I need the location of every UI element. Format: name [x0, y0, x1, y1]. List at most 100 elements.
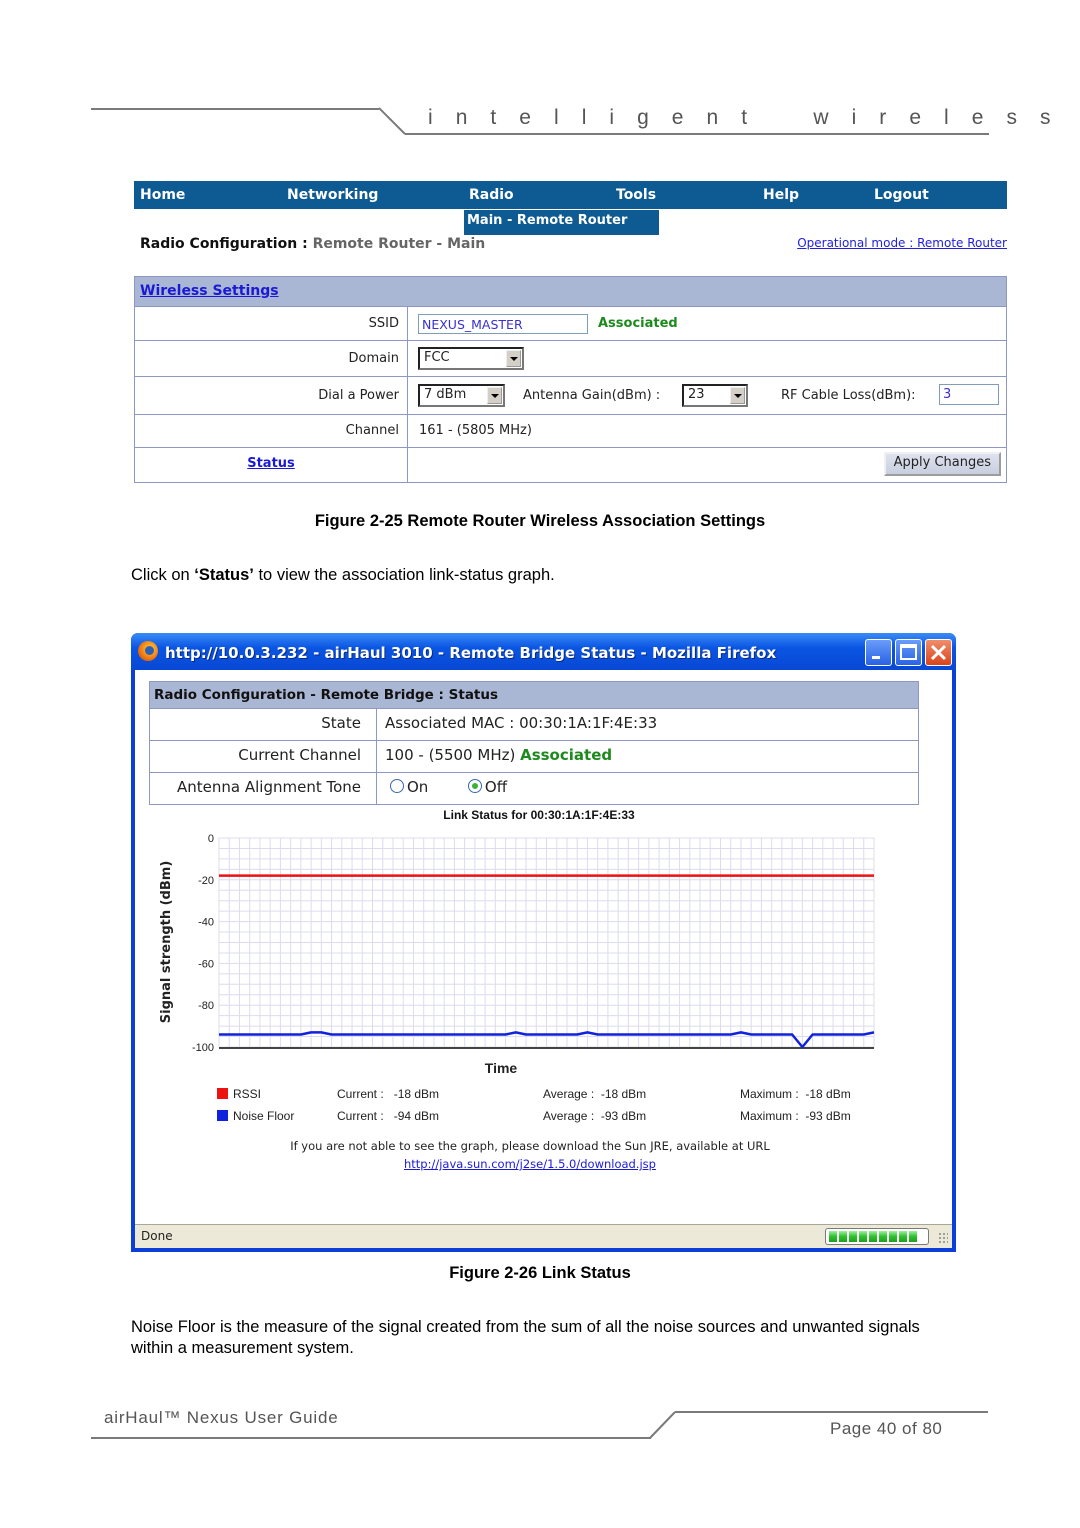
wireless-settings-header: Wireless Settings	[135, 277, 1006, 307]
progress-segment	[869, 1231, 877, 1242]
noise-maximum: Maximum : -93 dBm	[740, 1109, 851, 1123]
power-label: Dial a Power	[135, 377, 408, 414]
figure-caption-2-25: Figure 2-25 Remote Router Wireless Assoc…	[314, 512, 766, 530]
wireless-settings-link[interactable]: Wireless Settings	[140, 283, 279, 299]
current-channel-label: Current Channel	[150, 741, 377, 772]
bridge-status-heading: Radio Configuration - Remote Bridge : St…	[154, 687, 499, 703]
legend-name: Noise Floor	[233, 1109, 295, 1123]
close-icon	[930, 644, 947, 661]
noise-floor-paragraph: Noise Floor is the measure of the signal…	[131, 1318, 920, 1357]
progress-segment	[899, 1231, 907, 1242]
instruction-status-emphasis: ‘Status’	[194, 566, 254, 584]
noise-current: Current : -94 dBm	[337, 1109, 439, 1123]
domain-label: Domain	[135, 341, 408, 376]
chevron-down-icon[interactable]	[506, 350, 521, 367]
nav-home[interactable]: Home	[140, 187, 185, 203]
rssi-average: Average : -18 dBm	[543, 1087, 646, 1101]
resize-grip-icon[interactable]	[938, 1232, 948, 1244]
nav-help[interactable]: Help	[763, 187, 799, 203]
nav-networking[interactable]: Networking	[287, 187, 378, 203]
ssid-association-status: Associated	[598, 316, 678, 331]
tone-on-label: On	[407, 778, 429, 796]
instruction-text-rest: to view the association link-status grap…	[253, 566, 555, 584]
minimize-icon	[872, 656, 880, 659]
apply-changes-button[interactable]: Apply Changes	[883, 452, 1001, 476]
firefox-icon	[138, 641, 158, 661]
maximum-label: Maximum :	[740, 1087, 799, 1101]
nav-tools[interactable]: Tools	[616, 187, 656, 203]
footer-page-number: Page 40 of 80	[830, 1419, 943, 1438]
maximum-label: Maximum :	[740, 1109, 799, 1123]
rssi-maximum: Maximum : -18 dBm	[740, 1087, 851, 1101]
radio-submenu-item[interactable]: Main - Remote Router	[464, 210, 659, 235]
current-channel-row: Current Channel 100 - (5500 MHz) Associa…	[150, 741, 918, 773]
window-titlebar[interactable]: http://10.0.3.232 - airHaul 3010 - Remot…	[131, 633, 956, 670]
progress-segment	[909, 1231, 917, 1242]
progress-segment	[849, 1231, 857, 1242]
tone-off-radio[interactable]	[467, 779, 482, 793]
status-instruction: Click on ‘Status’ to view the associatio…	[131, 565, 555, 586]
nav-logout[interactable]: Logout	[874, 187, 929, 203]
header-tagline: i n t e l l i g e n t w i r e l e s s p …	[428, 106, 1060, 129]
progress-segment	[879, 1231, 887, 1242]
channel-label: Channel	[135, 415, 408, 447]
tone-off-label: Off	[484, 778, 508, 796]
ssid-input[interactable]: NEXUS_MASTER	[418, 314, 588, 334]
alignment-tone-label: Antenna Alignment Tone	[150, 773, 377, 804]
current-value: -18 dBm	[393, 1087, 440, 1101]
maximize-button[interactable]	[895, 639, 922, 666]
operational-mode-link[interactable]: Operational mode : Remote Router	[797, 236, 1007, 250]
jre-download-link[interactable]: http://java.sun.com/j2se/1.5.0/download.…	[404, 1157, 656, 1171]
page-title-main: Radio Configuration	[140, 236, 298, 252]
y-axis-label: Signal strength (dBm)	[159, 861, 174, 1024]
state-value: Associated MAC : 00:30:1A:1F:4E:33	[385, 714, 658, 732]
progress-segment	[839, 1231, 847, 1242]
close-button[interactable]	[925, 639, 952, 666]
domain-select[interactable]: FCC	[418, 347, 524, 370]
power-select[interactable]: 7 dBm	[418, 384, 505, 407]
ssid-row: SSID NEXUS_MASTER Associated	[135, 307, 1006, 341]
antenna-gain-select[interactable]: 23	[682, 384, 748, 407]
firefox-window: http://10.0.3.232 - airHaul 3010 - Remot…	[131, 633, 956, 1252]
current-label: Current :	[337, 1109, 384, 1123]
status-text: Done	[141, 1229, 173, 1243]
instruction-text: Click on	[131, 566, 195, 584]
status-link[interactable]: Status	[247, 456, 295, 471]
tone-on-radio[interactable]	[390, 779, 404, 793]
average-value: -93 dBm	[600, 1109, 647, 1123]
bridge-status-header: Radio Configuration - Remote Bridge : St…	[150, 682, 918, 709]
figure-caption-2-26: Figure 2-26 Link Status	[449, 1264, 631, 1282]
wireless-settings-table: Wireless Settings SSID NEXUS_MASTER Asso…	[134, 276, 1007, 483]
y-tick-label: 0	[208, 833, 214, 845]
y-tick-label: -60	[198, 958, 214, 970]
current-label: Current :	[337, 1087, 384, 1101]
cable-loss-input[interactable]: 3	[939, 384, 999, 405]
domain-row: Domain FCC	[135, 341, 1006, 377]
antenna-gain-value: 23	[688, 387, 705, 402]
nav-radio[interactable]: Radio	[469, 187, 514, 203]
chevron-down-icon[interactable]	[487, 387, 502, 404]
average-value: -18 dBm	[600, 1087, 647, 1101]
header-rule-left	[91, 108, 379, 110]
domain-select-value: FCC	[424, 350, 450, 365]
minimize-button[interactable]	[865, 639, 892, 666]
bridge-status-table: Radio Configuration - Remote Bridge : St…	[149, 681, 919, 805]
channel-association-status: Associated	[520, 746, 613, 764]
noise-swatch	[217, 1110, 228, 1121]
page-subtitle: Remote Router - Main	[312, 236, 486, 252]
y-tick-label: -80	[198, 1000, 214, 1012]
page-load-progress	[825, 1228, 929, 1245]
chart-grid	[218, 837, 875, 1049]
cable-loss-label: RF Cable Loss(dBm):	[781, 388, 916, 403]
current-value: -94 dBm	[393, 1109, 440, 1123]
average-label: Average :	[543, 1087, 595, 1101]
page-title-sep: :	[297, 236, 313, 252]
chevron-down-icon[interactable]	[730, 387, 745, 404]
chart-legend: RSSI Current : -18 dBm Average : -18 dBm…	[217, 1087, 877, 1131]
ssid-label: SSID	[135, 307, 408, 340]
legend-noise-floor: Noise Floor	[217, 1109, 294, 1123]
maximize-icon	[900, 644, 917, 660]
progress-segment	[889, 1231, 897, 1242]
y-axis-ticks: 0 -20 -40 -60 -80 -100	[192, 833, 214, 1054]
top-nav: Home Networking Radio Tools Help Logout	[134, 181, 1007, 209]
